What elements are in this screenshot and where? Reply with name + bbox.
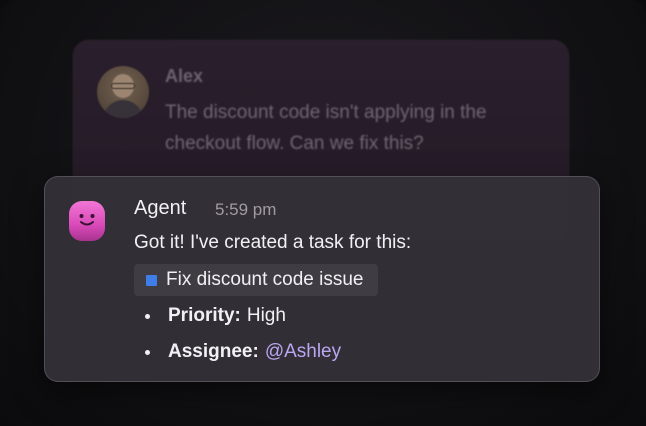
agent-author-name: Agent	[134, 197, 187, 219]
agent-message-text: Got it! I've created a task for this:	[134, 232, 412, 253]
alex-avatar	[97, 66, 149, 118]
message-timestamp: 5:59 pm	[215, 200, 277, 219]
priority-key: Priority:	[168, 305, 241, 326]
assignee-key: Assignee:	[168, 341, 259, 362]
priority-detail: Priority: High	[145, 305, 286, 327]
bullet-icon	[145, 313, 150, 319]
bullet-icon	[145, 349, 150, 355]
background-message-author: Alex	[165, 66, 204, 86]
priority-value: High	[246, 305, 286, 326]
task-chip[interactable]: Fix discount code issue	[134, 264, 378, 296]
assignee-mention[interactable]: @Ashley	[265, 341, 341, 363]
agent-message-card: Agent 5:59 pm Got it! I've created a tas…	[44, 176, 600, 382]
task-square-icon	[146, 274, 157, 286]
agent-avatar-icon	[69, 201, 105, 241]
background-message-text: The discount code isn't applying in the …	[165, 102, 487, 154]
assignee-detail: Assignee: @Ashley	[145, 341, 341, 363]
task-label: Fix discount code issue	[166, 269, 364, 290]
chat-stage: Alex The discount code isn't applying in…	[0, 0, 646, 426]
